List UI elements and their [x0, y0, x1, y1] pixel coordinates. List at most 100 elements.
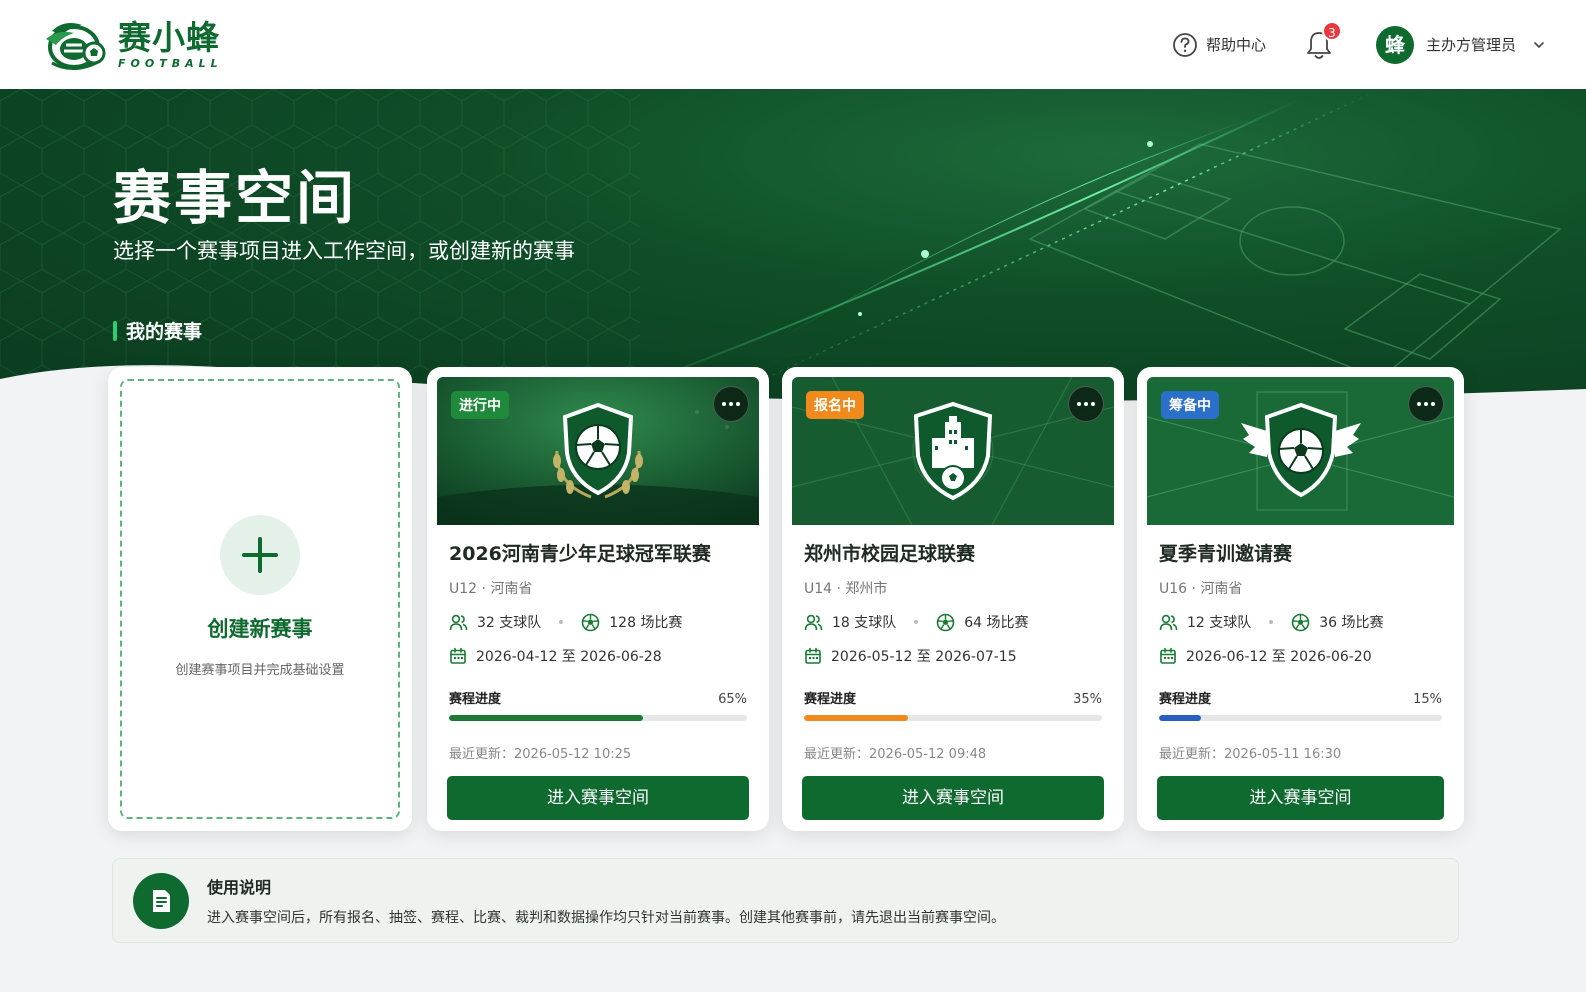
plus-icon [242, 536, 278, 573]
progress-bar [1159, 715, 1202, 721]
team-icon [804, 614, 823, 630]
progress-label: 赛程进度 [804, 692, 857, 707]
progress-label: 赛程进度 [449, 692, 502, 707]
progress-value: 35% [1073, 692, 1102, 707]
top-bar: 赛小蜂 FOOTBALL 帮助中心 3 蜂 主办方管理员 [0, 0, 1586, 89]
progress-value: 15% [1413, 692, 1442, 707]
more-options-button[interactable] [1068, 386, 1104, 422]
calendar-icon [805, 647, 821, 664]
calendar-icon [450, 647, 466, 664]
more-options-button[interactable] [1408, 386, 1444, 422]
last-updated: 最近更新：2026-05-11 16:30 [1159, 747, 1342, 762]
status-badge: 报名中 [806, 391, 864, 419]
competition-card[interactable]: 进行中 2026河南青少年足球冠军联赛 U12 · 河南省 32 支球队 128 场比赛… [427, 367, 769, 831]
brand-logo[interactable]: 赛小蜂 FOOTBALL [44, 17, 223, 73]
separator-dot [1269, 620, 1274, 624]
document-icon [153, 889, 170, 912]
more-dot-icon [1417, 402, 1421, 406]
user-name: 主办方管理员 [1425, 36, 1516, 54]
team-count-label: 12 支球队 [1187, 615, 1252, 631]
enter-competition-button[interactable]: 进入赛事空间 [802, 776, 1104, 820]
date-range-label: 2026-05-12 至 2026-07-15 [831, 649, 1017, 665]
match-count-label: 64 场比赛 [964, 615, 1029, 631]
bee-football-logo-icon [46, 22, 106, 70]
brand-name: 赛小蜂 [118, 17, 220, 57]
brand-subtitle: FOOTBALL [118, 56, 223, 70]
create-competition-description: 创建赛事项目并完成基础设置 [175, 662, 345, 678]
date-range-label: 2026-06-12 至 2026-06-20 [1186, 649, 1372, 665]
competition-title: 郑州市校园足球联赛 [804, 543, 976, 565]
separator-dot [559, 620, 564, 624]
progress-track [804, 715, 1102, 721]
progress-value: 65% [718, 692, 747, 707]
create-button-circle[interactable] [220, 514, 300, 595]
winged-shield-football-icon [1240, 402, 1361, 498]
competition-meta: U14 · 郑州市 [804, 581, 888, 597]
competition-cover: 筹备中 [1147, 377, 1454, 525]
enter-competition-button[interactable]: 进入赛事空间 [1157, 776, 1444, 820]
team-count: 12 支球队 [1159, 612, 1251, 632]
competition-dates: 2026-06-12 至 2026-06-20 [1159, 646, 1442, 666]
create-competition-dropzone[interactable]: 创建新赛事 创建赛事项目并完成基础设置 [120, 379, 400, 819]
competition-stats: 12 支球队 36 场比赛 [1159, 612, 1442, 632]
progress-bar [804, 715, 909, 721]
competition-title: 夏季青训邀请赛 [1159, 543, 1293, 565]
create-competition-title[interactable]: 创建新赛事 [208, 613, 313, 643]
team-icon [1159, 614, 1178, 630]
usage-notice: 使用说明 进入赛事空间后，所有报名、抽签、赛程、比赛、裁判和数据操作均只针对当前… [112, 858, 1459, 943]
more-dot-icon [729, 402, 733, 406]
competition-stats: 32 支球队 128 场比赛 [449, 612, 747, 632]
shield-building-icon [913, 401, 993, 501]
progress-header: 赛程进度 65% [449, 688, 747, 707]
notification-count-badge: 3 [1321, 20, 1342, 41]
competition-dates: 2026-04-12 至 2026-06-28 [449, 646, 747, 666]
notice-title: 使用说明 [207, 878, 272, 897]
team-count-label: 18 支球队 [832, 615, 897, 631]
create-competition-card[interactable]: 创建新赛事 创建赛事项目并完成基础设置 [108, 367, 412, 831]
chevron-down-icon [1534, 41, 1544, 48]
section-title: 我的赛事 [126, 321, 203, 343]
status-badge: 进行中 [451, 391, 509, 419]
competition-card[interactable]: 筹备中夏季青训邀请赛 U16 · 河南省 12 支球队 36 场比赛 2026-06-1… [1137, 367, 1464, 831]
competition-card[interactable]: 报名中郑州市校园足球联赛 U14 · 郑州市 18 支球队 64 场比赛 2026-05… [782, 367, 1124, 831]
help-center-label: 帮助中心 [1205, 36, 1266, 54]
last-updated: 最近更新：2026-05-12 09:48 [804, 747, 987, 762]
section-accent-bar [113, 320, 117, 341]
notifications-button[interactable]: 3 [1304, 20, 1342, 61]
progress-header: 赛程进度 15% [1159, 688, 1442, 707]
team-icon [449, 614, 468, 630]
more-dot-icon [722, 402, 726, 406]
more-dot-icon [1091, 402, 1095, 406]
progress-label: 赛程进度 [1159, 692, 1212, 707]
match-count: 64 场比赛 [936, 612, 1029, 632]
competition-meta: U16 · 河南省 [1159, 581, 1243, 597]
user-menu[interactable]: 蜂 主办方管理员 [1375, 25, 1546, 64]
more-options-button[interactable] [713, 386, 749, 422]
match-count: 36 场比赛 [1291, 612, 1384, 632]
progress-bar [449, 715, 643, 721]
more-dot-icon [1077, 402, 1081, 406]
football-icon [936, 613, 955, 631]
shield-football-laurel-icon [553, 402, 643, 499]
more-dot-icon [1431, 402, 1435, 406]
competition-cover: 进行中 [437, 377, 759, 525]
date-range-label: 2026-04-12 至 2026-06-28 [476, 649, 662, 665]
competition-title: 2026河南青少年足球冠军联赛 [449, 543, 711, 565]
team-count-label: 32 支球队 [477, 615, 542, 631]
question-circle-icon [1173, 32, 1197, 57]
progress-track [1159, 715, 1442, 721]
separator-dot [914, 620, 919, 624]
match-count-label: 128 场比赛 [609, 615, 683, 631]
competition-stats: 18 支球队 64 场比赛 [804, 612, 1102, 632]
enter-competition-button[interactable]: 进入赛事空间 [447, 776, 749, 820]
avatar: 蜂 [1375, 25, 1414, 64]
page-subtitle: 选择一个赛事项目进入工作空间，或创建新的赛事 [113, 239, 575, 263]
football-icon [1291, 613, 1310, 631]
match-count-label: 36 场比赛 [1319, 615, 1384, 631]
competition-meta: U12 · 河南省 [449, 581, 533, 597]
more-dot-icon [736, 402, 740, 406]
help-center-link[interactable]: 帮助中心 [1172, 32, 1266, 58]
football-icon [581, 613, 600, 631]
competition-dates: 2026-05-12 至 2026-07-15 [804, 646, 1102, 666]
status-badge: 筹备中 [1161, 391, 1219, 419]
